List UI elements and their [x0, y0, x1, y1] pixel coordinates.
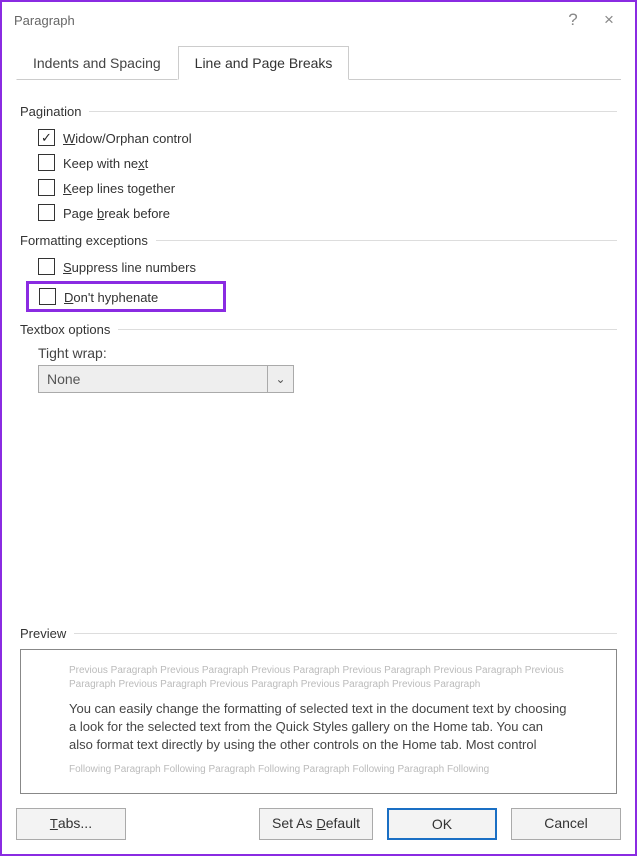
help-icon[interactable]: ?	[555, 10, 591, 30]
preview-pane: Previous Paragraph Previous Paragraph Pr…	[20, 649, 617, 794]
button-bar: Tabs... Set As Default OK Cancel	[16, 808, 621, 840]
pagination-heading: Pagination	[20, 104, 617, 119]
checkbox-icon	[38, 154, 55, 171]
checkbox-icon	[38, 258, 55, 275]
chevron-down-icon: ⌄	[268, 365, 294, 393]
tight-wrap-label: Tight wrap:	[38, 345, 617, 361]
tight-wrap-value: None	[38, 365, 268, 393]
tight-wrap-select[interactable]: None ⌄	[38, 365, 617, 393]
keep-lines-together-label: Keep lines together	[63, 180, 175, 196]
tab-line-page-breaks[interactable]: Line and Page Breaks	[178, 46, 350, 80]
widow-orphan-label: Widow/Orphan control	[63, 130, 192, 146]
preview-previous-text: Previous Paragraph Previous Paragraph Pr…	[69, 664, 568, 692]
cancel-button[interactable]: Cancel	[511, 808, 621, 840]
preview-heading: Preview	[20, 626, 617, 641]
widow-orphan-checkbox[interactable]: ✓ Widow/Orphan control	[38, 127, 617, 148]
preview-body-text: You can easily change the formatting of …	[69, 700, 568, 755]
suppress-line-numbers-checkbox[interactable]: Suppress line numbers	[38, 256, 617, 277]
page-break-before-label: Page break before	[63, 205, 170, 221]
checkbox-icon	[39, 288, 56, 305]
formatting-exceptions-heading: Formatting exceptions	[20, 233, 617, 248]
preview-following-text: Following Paragraph Following Paragraph …	[69, 763, 568, 777]
dont-hyphenate-label: Don't hyphenate	[64, 289, 158, 305]
tab-filler	[349, 46, 621, 80]
close-icon[interactable]: ×	[591, 10, 627, 30]
set-as-default-button[interactable]: Set As Default	[259, 808, 373, 840]
checkbox-icon	[38, 179, 55, 196]
keep-lines-together-checkbox[interactable]: Keep lines together	[38, 177, 617, 198]
checkbox-icon	[38, 204, 55, 221]
tab-strip: Indents and Spacing Line and Page Breaks	[16, 46, 621, 80]
tabs-button[interactable]: Tabs...	[16, 808, 126, 840]
keep-with-next-checkbox[interactable]: Keep with next	[38, 152, 617, 173]
tab-indents-spacing[interactable]: Indents and Spacing	[16, 46, 178, 80]
checkbox-icon: ✓	[38, 129, 55, 146]
suppress-line-numbers-label: Suppress line numbers	[63, 259, 196, 275]
title-bar: Paragraph ? ×	[2, 2, 635, 38]
dont-hyphenate-checkbox[interactable]: Don't hyphenate	[26, 281, 226, 312]
keep-with-next-label: Keep with next	[63, 155, 148, 171]
ok-button[interactable]: OK	[387, 808, 497, 840]
tab-panel-linebreaks: Pagination ✓ Widow/Orphan control Keep w…	[16, 80, 621, 393]
page-break-before-checkbox[interactable]: Page break before	[38, 202, 617, 223]
window-title: Paragraph	[14, 13, 555, 28]
textbox-options-heading: Textbox options	[20, 322, 617, 337]
